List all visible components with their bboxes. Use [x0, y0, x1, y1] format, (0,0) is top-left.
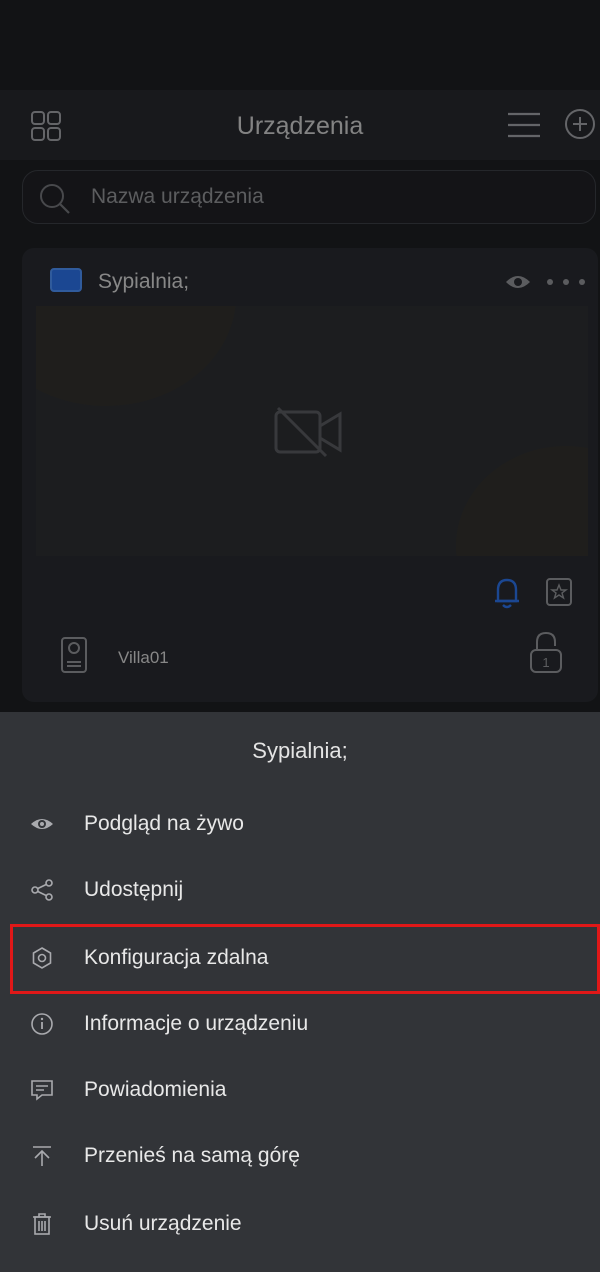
- highlight-box: [10, 924, 600, 994]
- trash-icon: [33, 1213, 51, 1235]
- menu-item-live-view[interactable]: Podgląd na żywo: [0, 792, 600, 860]
- menu-item-share[interactable]: Udostępnij: [0, 858, 600, 926]
- menu-item-delete-device[interactable]: Usuń urządzenie: [0, 1192, 600, 1260]
- menu-item-notifications[interactable]: Powiadomienia: [0, 1058, 600, 1126]
- move-top-icon: [33, 1146, 51, 1166]
- eye-icon: [31, 819, 53, 829]
- menu-item-move-top[interactable]: Przenieś na samą górę: [0, 1124, 600, 1192]
- share-icon: [31, 879, 53, 901]
- menu-item-device-info[interactable]: Informacje o urządzeniu: [0, 992, 600, 1060]
- sheet-title: Sypialnia;: [252, 738, 348, 763]
- info-icon: [31, 1013, 53, 1035]
- dim-overlay[interactable]: [0, 0, 600, 712]
- message-icon: [31, 1080, 53, 1101]
